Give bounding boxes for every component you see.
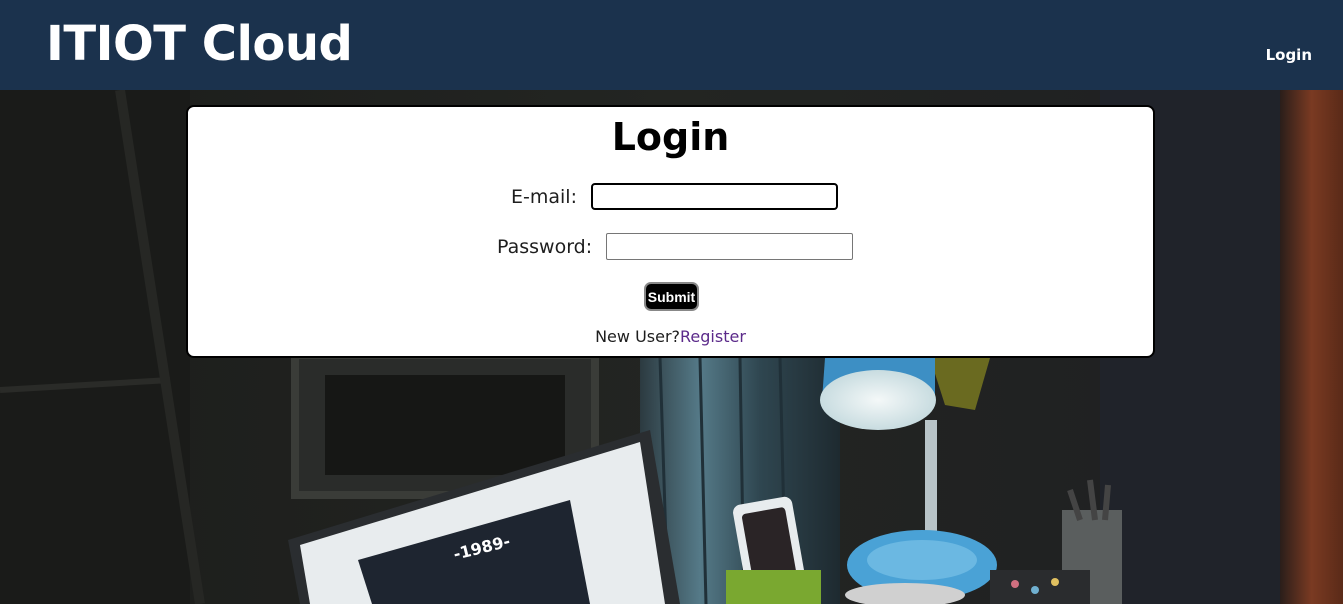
new-user-text: New User? (595, 327, 681, 346)
email-label: E-mail: (511, 185, 577, 208)
navbar: ITIOT Cloud Login (0, 0, 1343, 90)
login-heading: Login (611, 115, 730, 159)
nav-login-link[interactable]: Login (1266, 46, 1312, 64)
register-link[interactable]: Register (680, 327, 746, 346)
login-card: Login E-mail: Password: Submit New User?… (186, 105, 1155, 358)
password-input[interactable] (606, 233, 854, 260)
register-line: New User?Register (188, 327, 1153, 346)
email-input[interactable] (590, 183, 838, 210)
email-row: E-mail: (511, 183, 838, 210)
password-row: Password: (497, 233, 854, 260)
brand-title[interactable]: ITIOT Cloud (46, 16, 353, 72)
password-label: Password: (497, 235, 593, 258)
submit-button[interactable]: Submit (644, 282, 699, 311)
